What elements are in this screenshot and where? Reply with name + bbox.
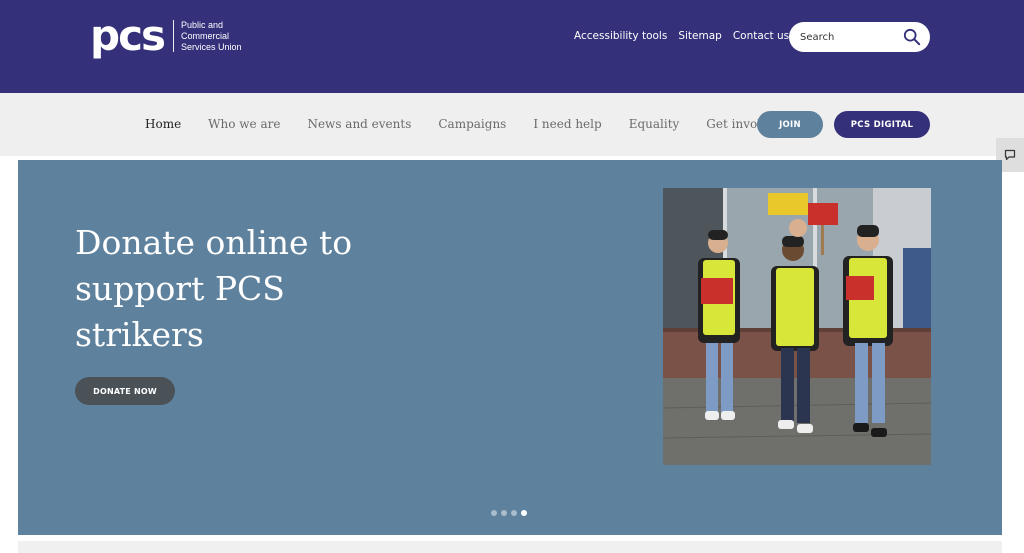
pcs-logo[interactable]: pcs Public and Commercial Services Union bbox=[90, 11, 242, 60]
nav-item-news-and-events[interactable]: News and events bbox=[307, 117, 411, 131]
search-box bbox=[789, 22, 930, 52]
contact-us-link[interactable]: Contact us bbox=[733, 30, 789, 42]
logo-line: Public and bbox=[180, 19, 223, 30]
slide-indicators bbox=[491, 510, 527, 516]
logo-divider bbox=[172, 20, 174, 52]
utility-links: Accessibility tools Sitemap Contact us bbox=[574, 30, 789, 42]
donate-now-button[interactable]: DONATE NOW bbox=[75, 377, 175, 405]
logo-text: Public and Commercial Services Union bbox=[181, 20, 242, 53]
top-header: pcs Public and Commercial Services Union… bbox=[0, 0, 1024, 93]
sitemap-link[interactable]: Sitemap bbox=[678, 30, 722, 42]
nav-item-i-need-help[interactable]: I need help bbox=[533, 117, 601, 131]
search-input[interactable] bbox=[800, 29, 900, 45]
slide-dot-active[interactable] bbox=[521, 510, 527, 516]
logo-line: Commercial bbox=[180, 30, 229, 41]
slide-dot[interactable] bbox=[501, 510, 507, 516]
slide-dot[interactable] bbox=[511, 510, 517, 516]
nav-item-equality[interactable]: Equality bbox=[629, 117, 680, 131]
strikers-photo bbox=[663, 188, 931, 465]
slide-dot[interactable] bbox=[491, 510, 497, 516]
chat-icon bbox=[1004, 149, 1016, 161]
nav-item-home[interactable]: Home bbox=[145, 117, 181, 131]
logo-line: Services Union bbox=[180, 41, 242, 52]
logo-mark: pcs bbox=[90, 11, 166, 60]
nav-item-who-we-are[interactable]: Who we are bbox=[208, 117, 280, 131]
hero-banner: Donate online to support PCS strikers DO… bbox=[18, 160, 1002, 535]
nav-item-campaigns[interactable]: Campaigns bbox=[438, 117, 506, 131]
join-button[interactable]: JOIN bbox=[757, 111, 823, 138]
strikers-photo-illustration bbox=[663, 188, 931, 465]
hero-title: Donate online to support PCS strikers bbox=[75, 223, 353, 354]
next-section-edge bbox=[18, 541, 1002, 553]
search-icon[interactable] bbox=[903, 28, 921, 46]
accessibility-tools-link[interactable]: Accessibility tools bbox=[574, 30, 667, 42]
pcs-digital-button[interactable]: PCS DIGITAL bbox=[834, 111, 930, 138]
main-nav: Home Who we are News and events Campaign… bbox=[145, 117, 810, 131]
